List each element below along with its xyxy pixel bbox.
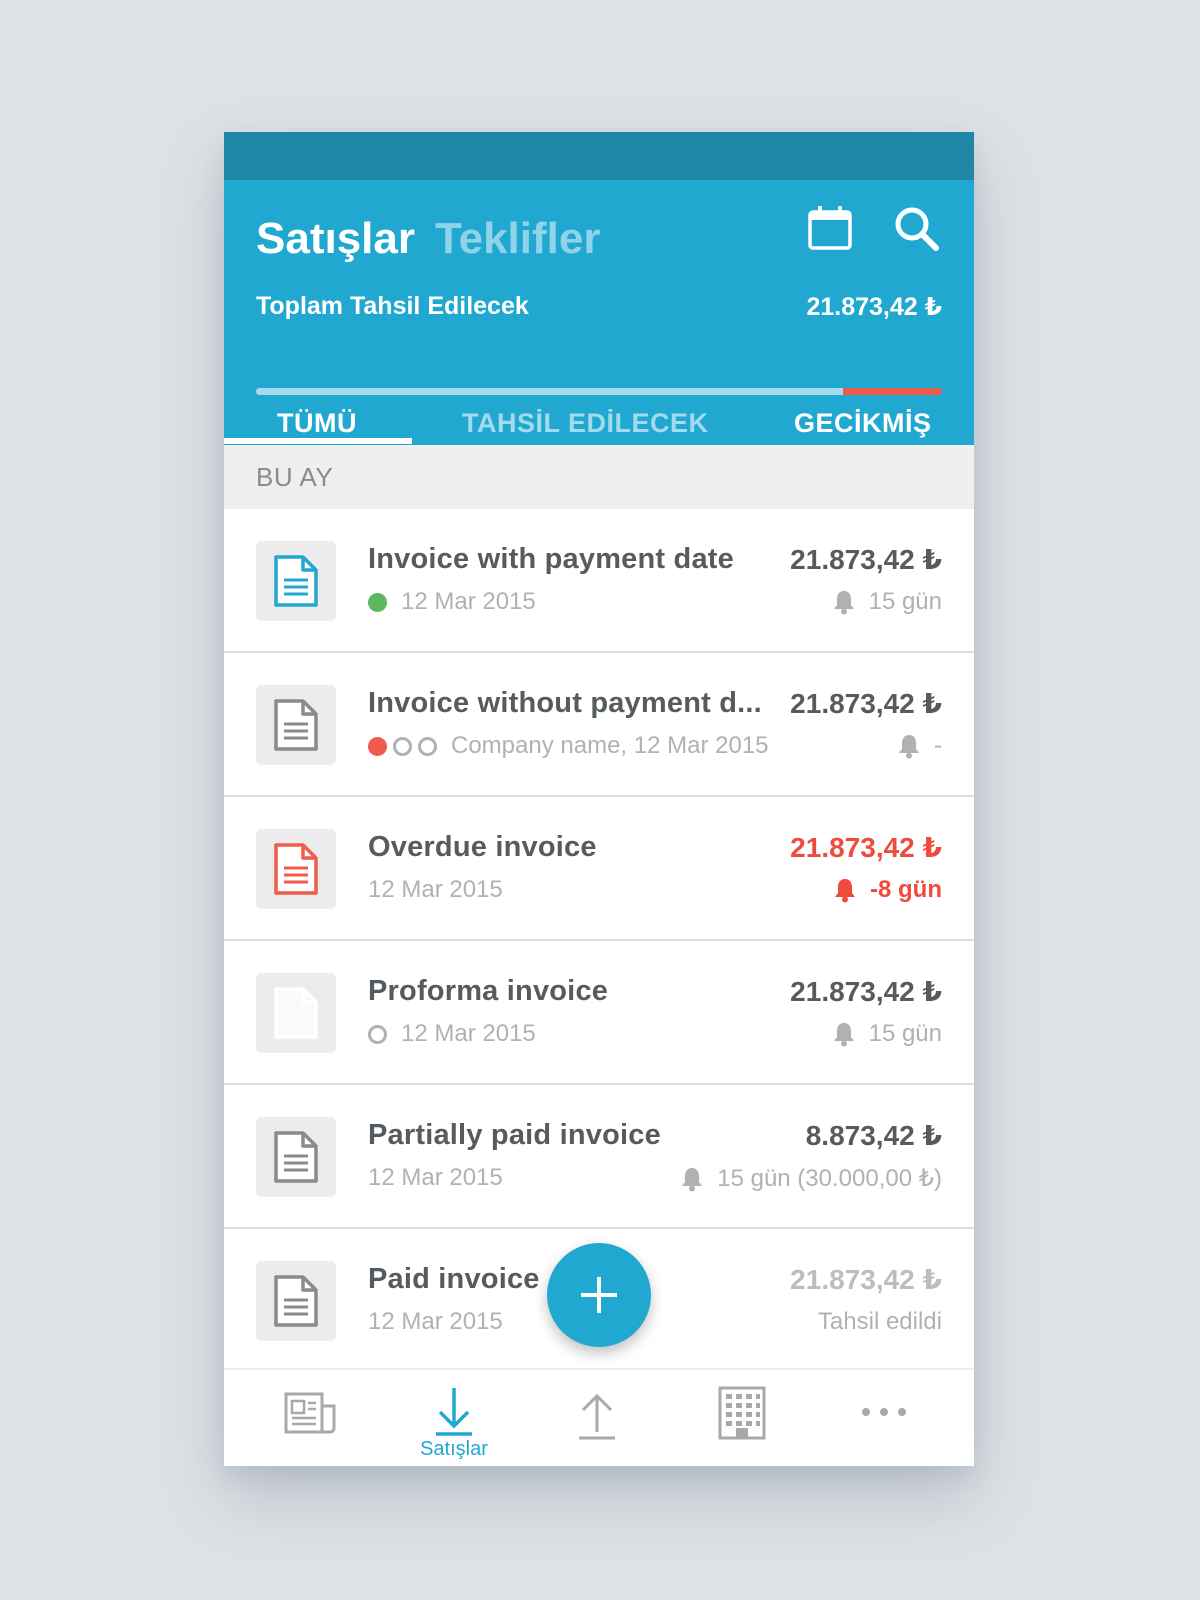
invoice-thumbnail xyxy=(256,829,336,909)
invoice-date: 12 Mar 2015 xyxy=(368,1308,503,1335)
search-icon[interactable] xyxy=(892,204,948,260)
tab-tumu[interactable]: TÜMÜ xyxy=(277,408,357,439)
upload-icon xyxy=(579,1393,615,1440)
invoice-row[interactable]: Invoice with payment date 12 Mar 2015 21… xyxy=(224,509,974,653)
invoice-due-row: 15 gün xyxy=(831,1020,942,1048)
status-dot-green xyxy=(368,592,387,612)
progress-overdue xyxy=(842,388,942,395)
status-dot-empty xyxy=(418,736,437,756)
blank-document-icon xyxy=(274,987,318,1039)
invoice-amount: 21.873,42 ₺ xyxy=(790,976,942,1007)
invoice-due-row: 15 gün (30.000,00 ₺) xyxy=(679,1164,942,1193)
invoice-row[interactable]: Partially paid invoice 12 Mar 2015 8.873… xyxy=(224,1085,974,1229)
newspaper-icon xyxy=(284,1392,336,1434)
nav-item-sales[interactable]: Satışlar xyxy=(382,1370,526,1466)
total-label: Toplam Tahsil Edilecek xyxy=(256,292,529,320)
nav-item-news[interactable] xyxy=(238,1370,382,1466)
invoice-amount: 21.873,42 ₺ xyxy=(790,544,942,575)
invoice-due: 15 gün (30.000,00 ₺) xyxy=(717,1165,942,1192)
title-switcher: Satışlar Teklifler xyxy=(256,214,600,264)
invoice-title: Invoice with payment date xyxy=(368,543,734,575)
invoice-amount: 21.873,42 ₺ xyxy=(790,1264,942,1295)
bell-icon xyxy=(833,1023,854,1047)
nav-item-company[interactable] xyxy=(668,1370,812,1466)
invoice-title: Paid invoice xyxy=(368,1263,540,1295)
invoice-row[interactable]: Proforma invoice 12 Mar 2015 21.873,42 ₺… xyxy=(224,941,974,1085)
invoice-row[interactable]: Overdue invoice 12 Mar 2015 21.873,42 ₺ … xyxy=(224,797,974,941)
invoice-subtitle-row: 12 Mar 2015 xyxy=(368,1020,536,1048)
tab-gecikmis[interactable]: GECİKMİŞ xyxy=(794,408,932,439)
invoice-due-row: 15 gün xyxy=(831,588,942,616)
title-teklifler[interactable]: Teklifler xyxy=(435,214,600,264)
nav-item-more[interactable] xyxy=(812,1370,956,1466)
total-value: 21.873,42 ₺ xyxy=(806,293,942,321)
invoice-row[interactable]: Invoice without payment d... Company nam… xyxy=(224,653,974,797)
app-header: Satışlar Teklifler Toplam Tahsil Edilece… xyxy=(224,180,974,445)
invoice-due-row: -8 gün xyxy=(832,876,942,904)
invoice-amount: 8.873,42 ₺ xyxy=(805,1120,942,1151)
bell-icon xyxy=(833,591,854,615)
invoice-subtitle-row: 12 Mar 2015 xyxy=(368,1308,503,1336)
invoice-date: 12 Mar 2015 xyxy=(401,1020,536,1047)
nav-item-purchases[interactable] xyxy=(525,1370,669,1466)
invoice-amount: 21.873,42 ₺ xyxy=(790,832,942,863)
total-row: Toplam Tahsil Edilecek 21.873,42 ₺ xyxy=(256,292,942,322)
add-invoice-button[interactable] xyxy=(547,1243,651,1347)
invoice-due: 15 gün xyxy=(868,588,942,615)
calendar-icon[interactable] xyxy=(806,204,862,260)
invoice-subtitle-row: 12 Mar 2015 xyxy=(368,588,536,616)
bell-icon xyxy=(899,735,919,759)
invoice-due: - xyxy=(934,732,942,759)
document-icon xyxy=(274,1275,318,1327)
document-icon xyxy=(274,699,318,751)
bell-icon xyxy=(835,879,855,903)
app-screen: Satışlar Teklifler Toplam Tahsil Edilece… xyxy=(224,132,974,1466)
invoice-amount: 21.873,42 ₺ xyxy=(790,688,942,719)
invoice-thumbnail xyxy=(256,1117,336,1197)
document-icon xyxy=(274,843,318,895)
section-header: BU AY xyxy=(224,445,974,509)
invoice-due: 15 gün xyxy=(868,1020,942,1047)
building-icon xyxy=(718,1386,766,1440)
progress-collected xyxy=(256,388,843,395)
collection-progress-bar xyxy=(256,388,942,395)
status-dot-empty xyxy=(368,1024,387,1044)
invoice-thumbnail xyxy=(256,541,336,621)
document-icon xyxy=(274,555,318,607)
invoice-date: 12 Mar 2015 xyxy=(368,1164,503,1191)
bell-icon xyxy=(682,1167,703,1191)
status-bar xyxy=(224,132,974,180)
invoice-due-row: - xyxy=(896,732,942,760)
document-icon xyxy=(274,1131,318,1183)
status-dot-red xyxy=(368,736,387,756)
invoice-title: Partially paid invoice xyxy=(368,1119,661,1151)
more-icon xyxy=(862,1408,906,1416)
invoice-subtitle-row: Company name, 12 Mar 2015 xyxy=(368,732,769,760)
invoice-date: 12 Mar 2015 xyxy=(401,588,536,615)
invoice-subtitle-row: 12 Mar 2015 xyxy=(368,876,503,904)
title-satislar[interactable]: Satışlar xyxy=(256,214,415,264)
invoice-thumbnail xyxy=(256,973,336,1053)
invoice-date: 12 Mar 2015 xyxy=(368,876,503,903)
plus-icon xyxy=(581,1277,617,1313)
invoice-subtitle-row: 12 Mar 2015 xyxy=(368,1164,503,1192)
invoice-thumbnail xyxy=(256,1261,336,1341)
invoice-thumbnail xyxy=(256,685,336,765)
status-dot-empty xyxy=(393,736,412,756)
invoice-company-date: Company name, 12 Mar 2015 xyxy=(451,732,769,759)
invoice-title: Proforma invoice xyxy=(368,975,609,1007)
download-icon xyxy=(436,1388,472,1436)
tab-tahsil-edilecek[interactable]: TAHSİL EDİLECEK xyxy=(462,408,709,439)
tab-selected-indicator xyxy=(224,438,412,444)
invoice-title: Invoice without payment d... xyxy=(368,687,762,719)
bottom-nav: Satışlar xyxy=(224,1368,974,1466)
invoice-paid-status: Tahsil edildi xyxy=(817,1308,942,1335)
invoice-due: -8 gün xyxy=(870,876,942,903)
invoice-title: Overdue invoice xyxy=(368,831,597,863)
invoice-due-row: Tahsil edildi xyxy=(818,1308,942,1336)
nav-label-sales: Satışlar xyxy=(420,1438,488,1460)
